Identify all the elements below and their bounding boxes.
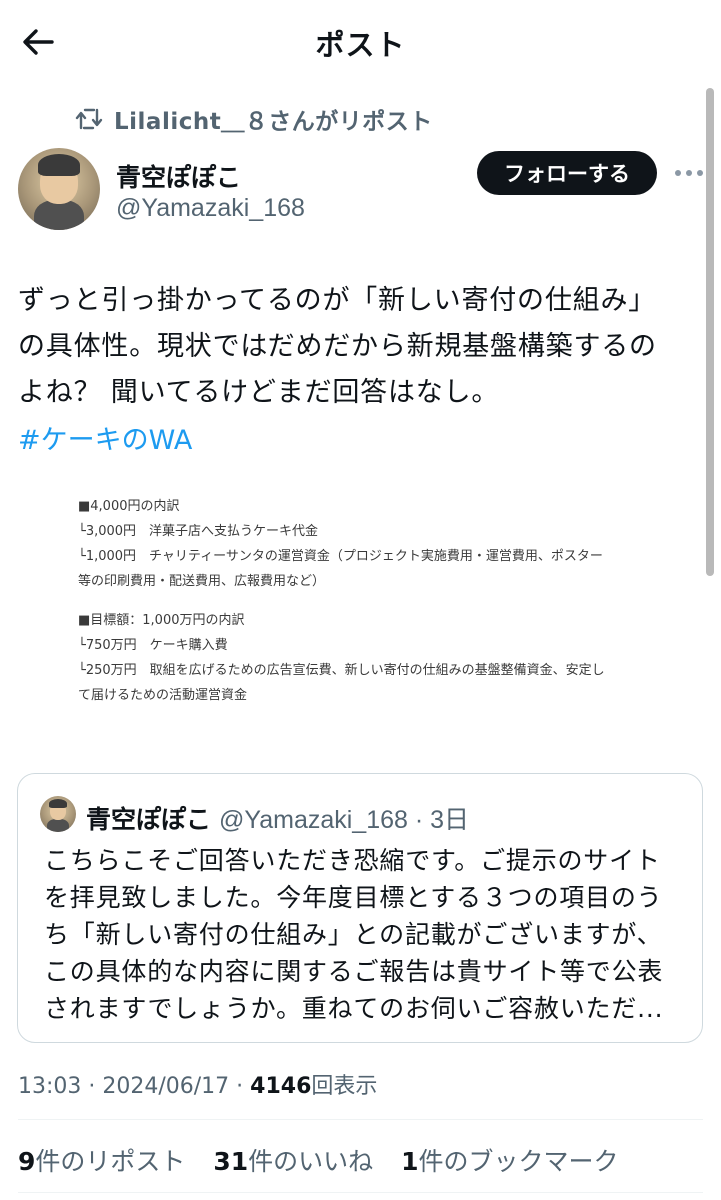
attachment-line: ■4,000円の内訳 <box>78 499 180 514</box>
quoted-tweet[interactable]: 青空ぽぽこ @Yamazaki_168 · 3日 こちらこそご回答いただき恐縮です… <box>17 773 703 1043</box>
engagement-stats: 9件のリポスト 31件のいいね 1件のブックマーク <box>18 1142 639 1178</box>
reposts-count: 9 <box>18 1147 36 1176</box>
hashtag-link[interactable]: #ケーキのWA <box>18 418 192 464</box>
avatar[interactable] <box>18 148 100 230</box>
quote-avatar <box>40 796 76 832</box>
repost-icon <box>75 108 103 130</box>
attachment-line: ■目標額：1,000万円の内訳 <box>78 613 245 628</box>
repost-context[interactable]: Lilalicht＿８さんがリポスト <box>74 104 433 135</box>
divider <box>18 1192 703 1193</box>
attachment-line: └3,000円 洋菓子店へ支払うケーキ代金 <box>78 524 319 539</box>
post-timestamp[interactable]: 13:03 · 2024/06/17 · <box>18 1074 250 1099</box>
reposts-label: 件のリポスト <box>35 1147 186 1176</box>
likes-label: 件のいいね <box>248 1147 374 1176</box>
author-handle[interactable]: @Yamazaki_168 <box>116 194 305 223</box>
quote-author-handle: @Yamazaki_168 · 3日 <box>219 806 470 834</box>
attachment-line: └750万円 ケーキ購入費 <box>78 638 228 653</box>
bookmarks-label: 件のブックマーク <box>418 1147 619 1176</box>
views-label: 回表示 <box>311 1074 378 1099</box>
more-icon[interactable] <box>672 158 706 188</box>
top-bar: ポスト <box>0 0 721 82</box>
tweet-text: ずっと引っ掛かってるのが「新しい寄付の仕組み」 の具体性。現状ではだめだから新規… <box>18 285 657 408</box>
attachment-line: 等の印刷費用・配送費用、広報費用など） <box>78 574 326 589</box>
views-count: 4146 <box>250 1074 312 1099</box>
likes-stat[interactable]: 31件のいいね <box>213 1147 373 1176</box>
bookmarks-stat[interactable]: 1件のブックマーク <box>401 1147 618 1176</box>
follow-button[interactable]: フォローする <box>477 151 657 195</box>
bookmarks-count: 1 <box>401 1147 419 1176</box>
attachment-line: て届けるための活動運営資金 <box>78 688 248 703</box>
quote-author-name: 青空ぽぽこ <box>86 805 212 834</box>
post-meta: 13:03 · 2024/06/17 · 4146回表示 <box>18 1068 377 1100</box>
repost-label: Lilalicht＿８さんがリポスト <box>114 109 433 135</box>
quote-header: 青空ぽぽこ @Yamazaki_168 · 3日 <box>86 800 469 836</box>
page-title: ポスト <box>315 28 406 62</box>
attached-image[interactable]: ■4,000円の内訳 └3,000円 洋菓子店へ支払うケーキ代金 └1,000円… <box>78 494 668 730</box>
reposts-stat[interactable]: 9件のリポスト <box>18 1147 185 1176</box>
likes-count: 31 <box>213 1147 249 1176</box>
attachment-line: └250万円 取組を広げるための広告宣伝費、新しい寄付の仕組みの基盤整備資金、安… <box>78 663 605 678</box>
author-name[interactable]: 青空ぽぽこ <box>116 158 241 194</box>
quote-text: こちらこそご回答いただき恐縮です。ご提示のサイト を拝見致しました。今年度目標と… <box>44 846 664 1023</box>
divider <box>18 1119 703 1120</box>
attachment-line: └1,000円 チャリティーサンタの運営資金（プロジェクト実施費用・運営費用、ポ… <box>78 549 603 564</box>
